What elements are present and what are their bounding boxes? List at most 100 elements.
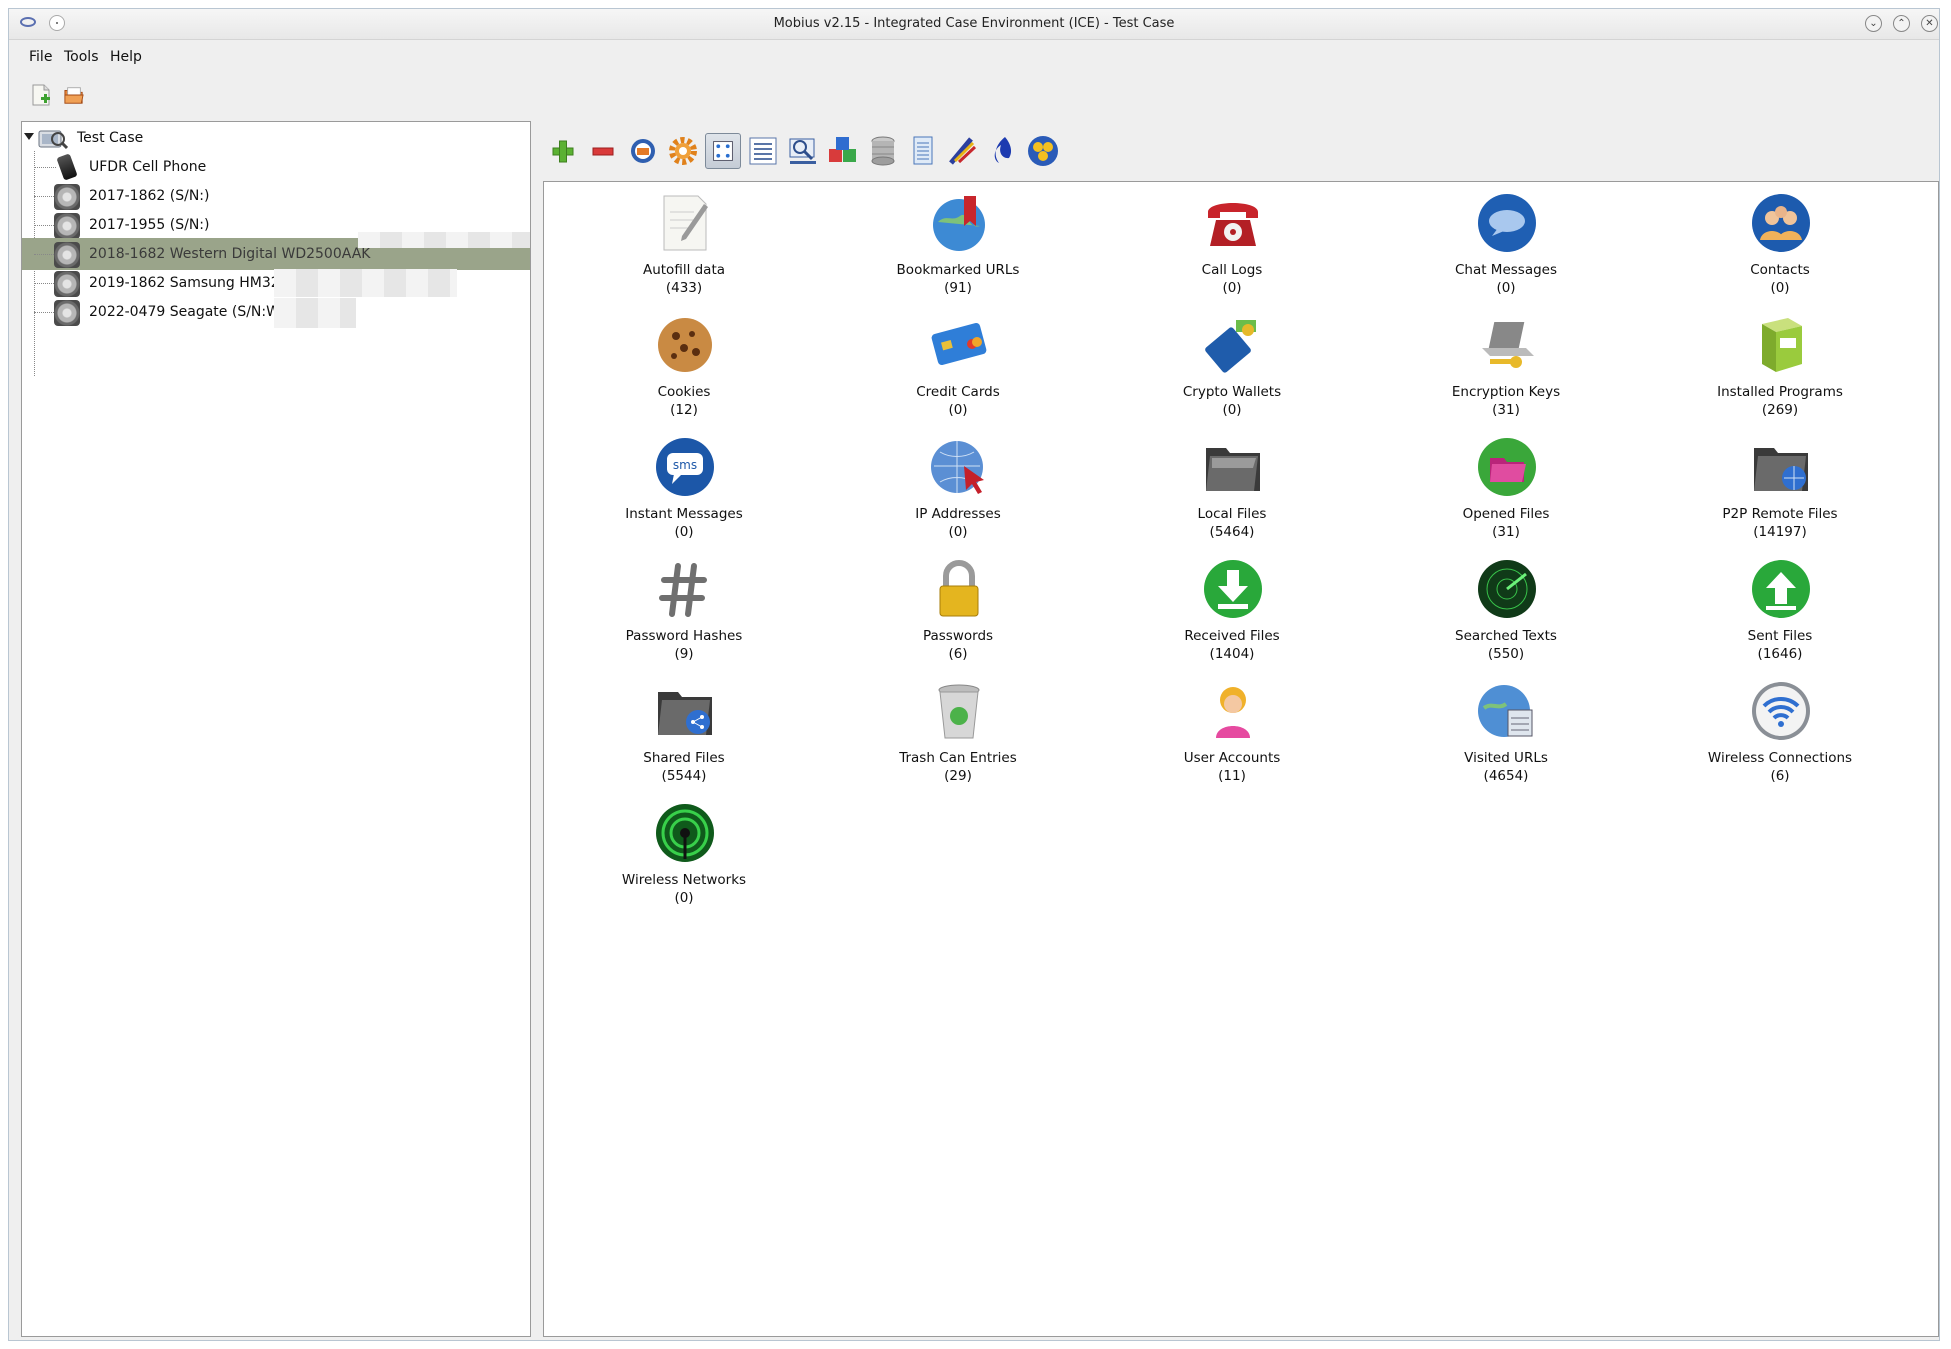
- tree-connector: [34, 283, 56, 284]
- artifact-password-hashes[interactable]: Password Hashes (9): [574, 548, 794, 662]
- network-folder-icon: [1754, 448, 1808, 491]
- artifact-name: Contacts: [1750, 262, 1810, 278]
- tree-item-selected[interactable]: 2018-1682 Western Digital WD2500AAK: [22, 232, 530, 270]
- hard-disk-icon: [54, 271, 80, 297]
- tree-item-label: 2017-1955 (S/N:): [89, 217, 210, 233]
- wifi-icon: [1752, 682, 1810, 740]
- artifact-ip-addresses[interactable]: IP Addresses (0): [848, 426, 1068, 540]
- tree-item-label: 2022-0479 Seagate (S/N:W: [89, 304, 280, 320]
- credit-card-icon: [931, 322, 987, 366]
- storage-icon[interactable]: [865, 133, 901, 169]
- settings-icon[interactable]: [665, 133, 701, 169]
- tree-connector: [34, 196, 56, 197]
- user-icon: [1216, 687, 1250, 738]
- tree-item[interactable]: 2022-0479 Seagate (S/N:W: [22, 296, 530, 328]
- artifact-searched-texts[interactable]: Searched Texts (550): [1396, 548, 1616, 662]
- artifact-instant-messages[interactable]: sms Instant Messages (0): [574, 426, 794, 540]
- wallet-icon: [1205, 320, 1256, 373]
- icon-view-icon[interactable]: [705, 133, 741, 169]
- artifact-count: (1646): [1757, 646, 1803, 662]
- tree-item-label: 2018-1682 Western Digital WD2500AAK: [89, 246, 371, 262]
- open-case-icon[interactable]: [64, 84, 84, 106]
- artifact-user-accounts[interactable]: User Accounts (11): [1122, 670, 1342, 784]
- artifact-name: Searched Texts: [1455, 628, 1557, 644]
- search-icon[interactable]: [785, 133, 821, 169]
- report-icon[interactable]: [905, 133, 941, 169]
- artifact-count: (5464): [1209, 524, 1255, 540]
- database-icon[interactable]: [625, 133, 661, 169]
- artifact-sent-files[interactable]: Sent Files (1646): [1670, 548, 1890, 662]
- opened-folder-icon: [1478, 438, 1536, 496]
- artifact-passwords[interactable]: Passwords (6): [848, 548, 1068, 662]
- artifact-contacts[interactable]: Contacts (0): [1670, 182, 1890, 296]
- close-button[interactable]: ✕: [1921, 15, 1938, 32]
- radar-icon: [1478, 560, 1536, 618]
- window-title: Mobius v2.15 - Integrated Case Environme…: [773, 16, 1175, 31]
- artifact-count: (0): [1222, 280, 1242, 296]
- folder-icon: [1206, 448, 1260, 491]
- artifact-chat-messages[interactable]: Chat Messages (0): [1396, 182, 1616, 296]
- sms-icon: sms: [656, 438, 714, 496]
- tree-connector: [34, 254, 56, 255]
- wand-icon[interactable]: [945, 133, 981, 169]
- artifact-local-files[interactable]: Local Files (5464): [1122, 426, 1342, 540]
- new-case-icon[interactable]: [31, 84, 51, 106]
- hard-disk-icon: [54, 300, 80, 326]
- artifact-count: (9): [674, 646, 694, 662]
- artifact-name: Trash Can Entries: [899, 750, 1017, 766]
- artifact-name: Autofill data: [642, 262, 726, 278]
- artifact-shared-files[interactable]: Shared Files (5544): [574, 670, 794, 784]
- artifact-count: (0): [674, 524, 694, 540]
- expand-arrow-icon[interactable]: [24, 133, 34, 140]
- hard-disk-icon: [54, 184, 80, 210]
- artifact-count: (0): [674, 890, 694, 906]
- artifact-installed-programs[interactable]: Installed Programs (269): [1670, 304, 1890, 418]
- trash-can-icon: [938, 684, 980, 739]
- artifact-count: (6): [948, 646, 968, 662]
- artifact-bookmarked-urls[interactable]: Bookmarked URLs (91): [848, 182, 1068, 296]
- flame-icon[interactable]: [985, 133, 1021, 169]
- list-view-icon[interactable]: [745, 133, 781, 169]
- add-icon[interactable]: [545, 133, 581, 169]
- artifact-opened-files[interactable]: Opened Files (31): [1396, 426, 1616, 540]
- artifact-trash-can-entries[interactable]: Trash Can Entries (29): [848, 670, 1068, 784]
- artifact-encryption-keys[interactable]: Encryption Keys (31): [1396, 304, 1616, 418]
- artifact-count: (31): [1492, 524, 1520, 540]
- download-icon: [1204, 560, 1262, 618]
- artifact-name: Encryption Keys: [1451, 384, 1561, 400]
- artifact-wireless-connections[interactable]: Wireless Connections (6): [1670, 670, 1890, 784]
- artifact-received-files[interactable]: Received Files (1404): [1122, 548, 1342, 662]
- artifact-credit-cards[interactable]: Credit Cards (0): [848, 304, 1068, 418]
- artifact-cookies[interactable]: Cookies (12): [574, 304, 794, 418]
- artifact-visited-urls[interactable]: Visited URLs (4654): [1396, 670, 1616, 784]
- maximize-button[interactable]: ⌃: [1893, 15, 1910, 32]
- remove-icon[interactable]: [585, 133, 621, 169]
- artifact-call-logs[interactable]: Call Logs (0): [1122, 182, 1342, 296]
- antenna-icon: [656, 804, 714, 862]
- artifact-name: IP Addresses: [915, 506, 1001, 522]
- minimize-button[interactable]: ⌄: [1865, 15, 1882, 32]
- artifact-name: Instant Messages: [625, 506, 743, 522]
- artifact-name: Call Logs: [1201, 262, 1263, 278]
- tree-item[interactable]: UFDR Cell Phone: [22, 151, 530, 183]
- artifact-name: User Accounts: [1183, 750, 1281, 766]
- artifact-autofill-data[interactable]: Autofill data (433): [574, 182, 794, 296]
- menu-tools[interactable]: Tools: [64, 49, 99, 65]
- tree-item[interactable]: 2019-1862 Samsung HM32: [22, 267, 530, 299]
- blocks-icon[interactable]: [825, 133, 861, 169]
- tree-item[interactable]: 2017-1862 (S/N:): [22, 180, 530, 212]
- artifact-name: Bookmarked URLs: [896, 262, 1020, 278]
- menu-file[interactable]: File: [29, 49, 52, 65]
- tree-root[interactable]: Test Case: [22, 122, 530, 154]
- artifact-count: (12): [670, 402, 698, 418]
- artifact-p2p-remote-files[interactable]: P2P Remote Files (14197): [1670, 426, 1890, 540]
- artifact-count: (4654): [1483, 768, 1529, 784]
- tree-connector: [34, 225, 56, 226]
- hub-icon[interactable]: [1025, 133, 1061, 169]
- artifact-crypto-wallets[interactable]: Crypto Wallets (0): [1122, 304, 1342, 418]
- artifact-wireless-networks[interactable]: Wireless Networks (0): [574, 792, 794, 906]
- artifact-count: (31): [1492, 402, 1520, 418]
- menu-help[interactable]: Help: [110, 49, 142, 65]
- globe-calendar-icon: [1478, 685, 1533, 737]
- phone-icon: [56, 153, 78, 181]
